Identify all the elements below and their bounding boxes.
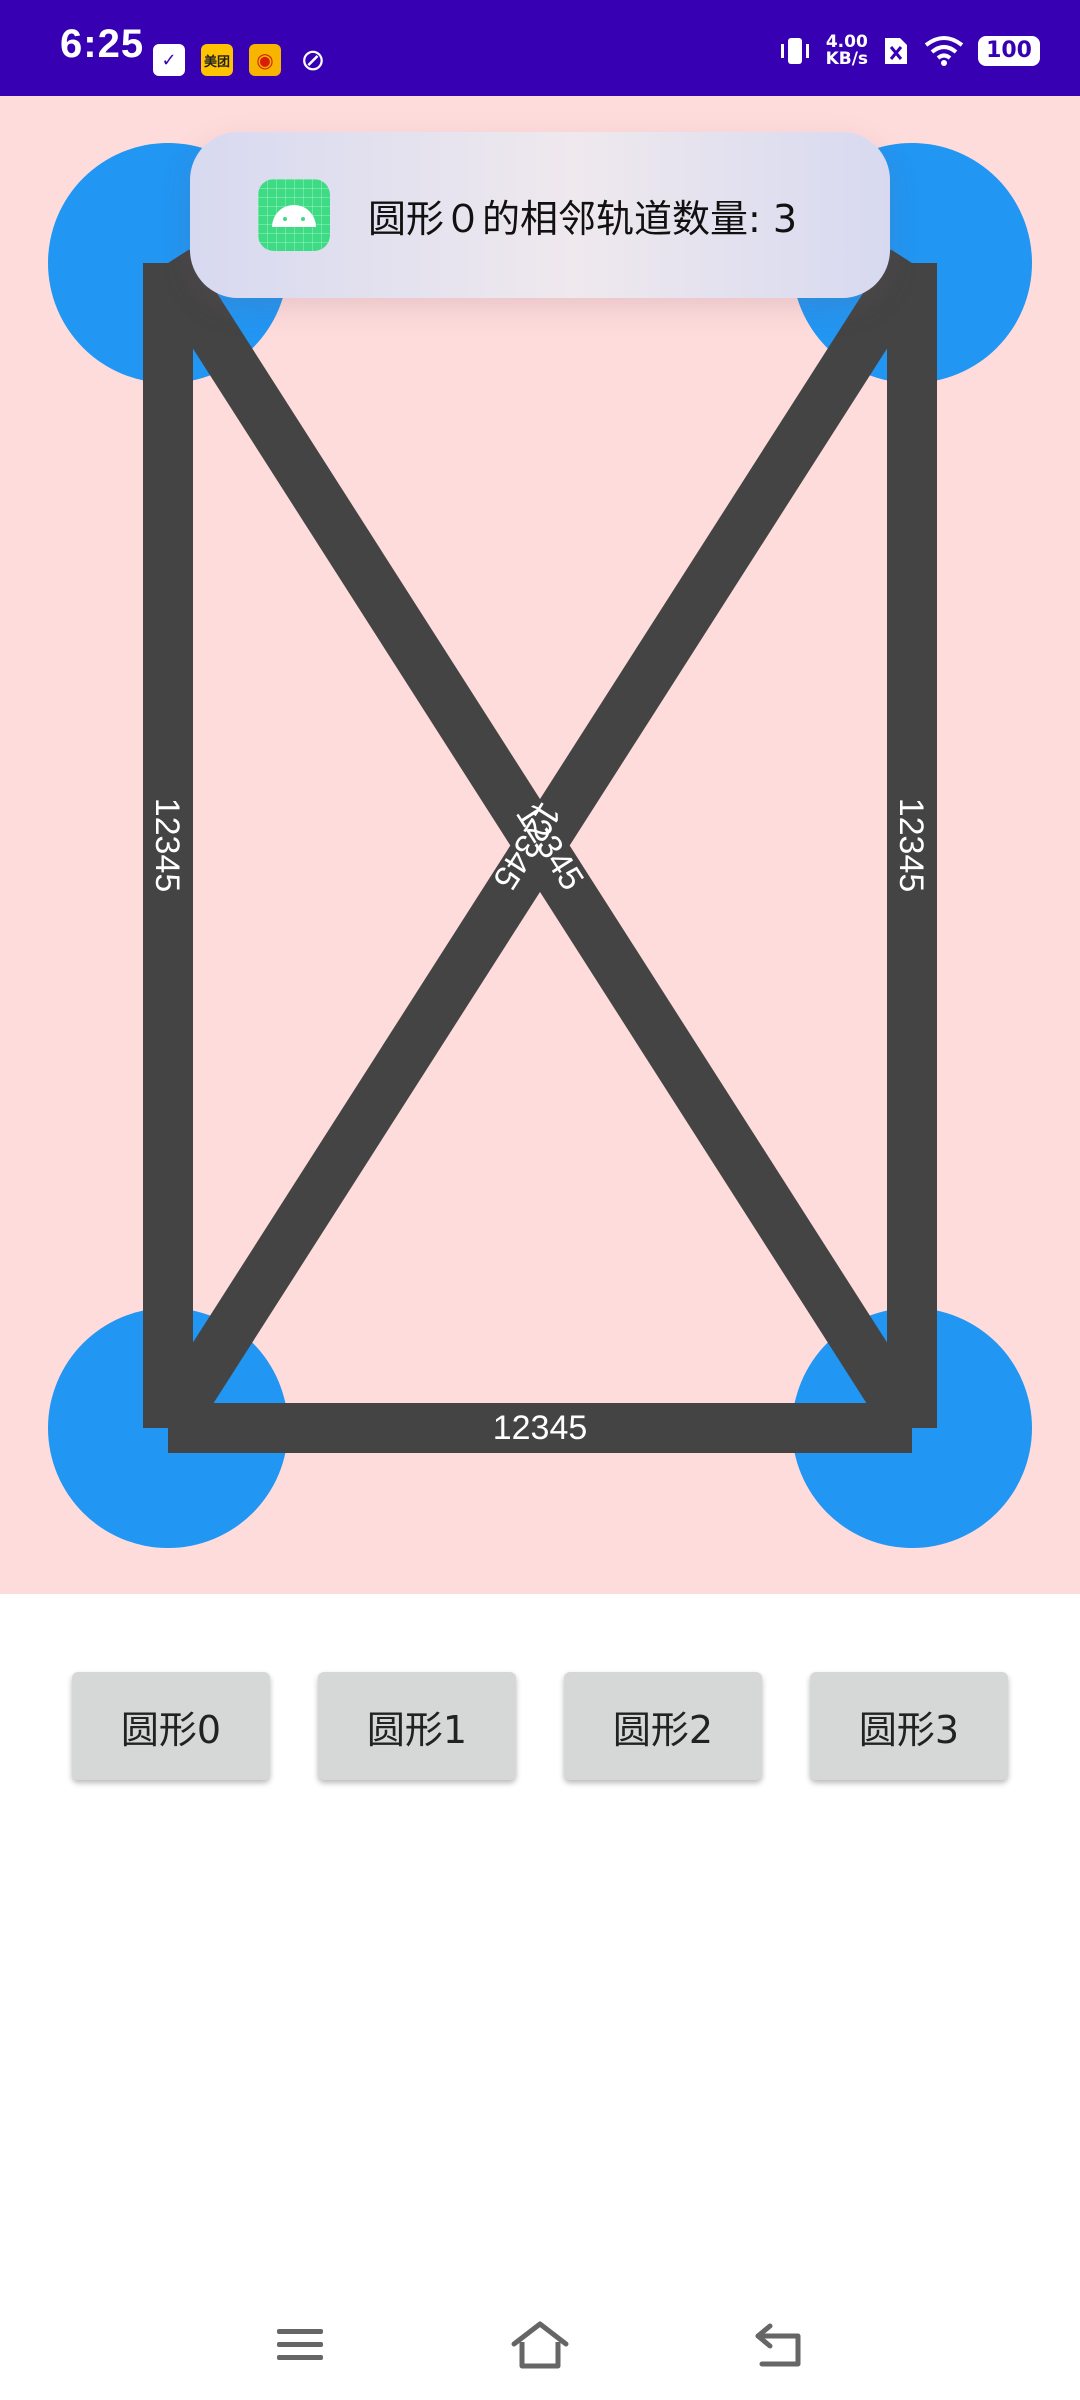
circle-3-button[interactable]: 圆形3	[810, 1672, 1008, 1780]
track-label-right: 12345	[892, 798, 930, 893]
status-bar: 6:25 ✓ 美团 ◉ ⊘ 4.00 KB/s 100	[0, 0, 1080, 96]
circle-2-button[interactable]: 圆形2	[564, 1672, 762, 1780]
home-nav-button[interactable]	[500, 2310, 580, 2380]
vibrate-icon	[780, 38, 809, 64]
orbit-app-icon: ⊘	[300, 42, 326, 78]
circle-1-button[interactable]: 圆形1	[318, 1672, 516, 1780]
menu-nav-button[interactable]	[260, 2310, 340, 2380]
status-time: 6:25	[60, 22, 145, 66]
network-speed-unit: KB/s	[825, 49, 869, 69]
circle-button-row: 圆形0 圆形1 圆形2 圆形3	[0, 1672, 1080, 1782]
menu-icon	[277, 2329, 323, 2360]
graph-svg: 12345 12345 12345 12345 12345	[48, 143, 1032, 1548]
clipboard-check-icon: ✓	[153, 44, 185, 76]
graph-canvas[interactable]: 12345 12345 12345 12345 12345	[0, 96, 1080, 1594]
no-sim-icon	[885, 38, 908, 64]
toast-message: 圆形０的相邻轨道数量: 3	[368, 196, 798, 241]
back-nav-button[interactable]	[740, 2310, 820, 2380]
wifi-icon	[924, 36, 964, 66]
android-app-icon	[258, 179, 330, 251]
meituan-icon: 美团	[201, 44, 233, 76]
toast-notification: 圆形０的相邻轨道数量: 3	[190, 132, 890, 298]
notification-icons: ✓ 美团 ◉ ⊘	[153, 42, 329, 78]
battery-indicator: 100	[978, 36, 1040, 66]
track-label-bottom: 12345	[493, 1409, 588, 1447]
weibo-icon: ◉	[249, 44, 281, 76]
status-right-icons: 4.00 KB/s 100	[778, 34, 1040, 68]
network-speed: 4.00 KB/s	[826, 34, 868, 68]
back-icon	[755, 2323, 801, 2367]
system-nav-bar	[0, 2290, 1080, 2400]
circle-0-button[interactable]: 圆形0	[72, 1672, 270, 1780]
home-icon	[511, 2321, 569, 2369]
track-label-left: 12345	[148, 798, 186, 893]
